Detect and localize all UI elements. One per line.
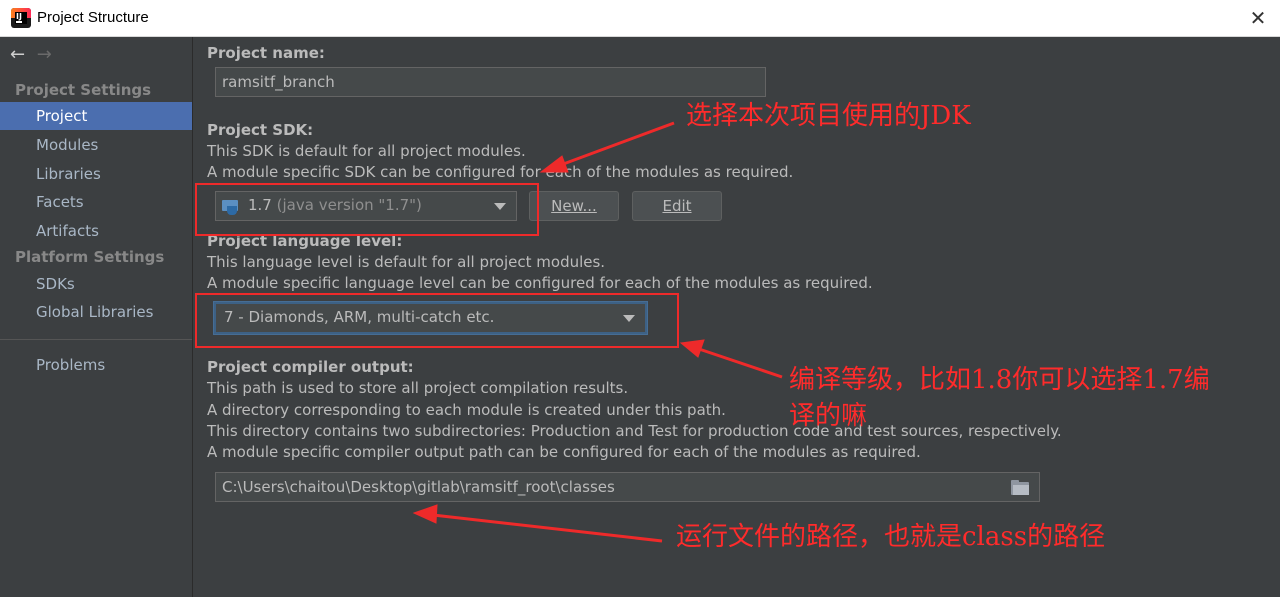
sidebar-item-global-libraries[interactable]: Global Libraries <box>0 298 192 326</box>
project-name-input[interactable]: ramsitf_branch <box>215 67 766 97</box>
compiler-output-path: C:\Users\chaitou\Desktop\gitlab\ramsitf_… <box>222 478 615 496</box>
sidebar-item-libraries[interactable]: Libraries <box>0 160 192 188</box>
forward-arrow-icon[interactable]: → <box>37 44 59 65</box>
edit-sdk-button[interactable]: Edit <box>632 191 722 221</box>
project-settings-header: Project Settings <box>15 81 152 99</box>
back-arrow-icon[interactable]: ← <box>10 44 32 65</box>
intellij-app-icon: IJ <box>11 8 31 28</box>
compiler-output-desc3: This directory contains two subdirectori… <box>207 422 1062 440</box>
compiler-output-desc1: This path is used to store all project c… <box>207 379 629 397</box>
compiler-output-desc2: A directory corresponding to each module… <box>207 401 726 419</box>
annotation-output-path: 运行文件的路径，也就是class的路径 <box>676 522 1106 552</box>
language-level-desc2: A module specific language level can be … <box>207 274 873 292</box>
browse-folder-icon[interactable] <box>1011 480 1031 496</box>
sidebar-item-sdks[interactable]: SDKs <box>0 270 192 298</box>
language-level-desc1: This language level is default for all p… <box>207 253 606 271</box>
project-sdk-desc1: This SDK is default for all project modu… <box>207 142 526 160</box>
sidebar-item-artifacts[interactable]: Artifacts <box>0 217 192 245</box>
title-bar: IJ Project Structure ✕ <box>0 0 1280 37</box>
project-sdk-desc2: A module specific SDK can be configured … <box>207 163 794 181</box>
new-sdk-button[interactable]: New... <box>529 191 619 221</box>
annotation-language-level-line2: 译的嘛 <box>789 401 868 431</box>
sidebar-item-project[interactable]: Project <box>0 102 192 130</box>
nav-arrows: ← → <box>10 44 59 66</box>
compiler-output-desc4: A module specific compiler output path c… <box>207 443 921 461</box>
compiler-output-label: Project compiler output: <box>207 358 414 376</box>
sidebar-item-facets[interactable]: Facets <box>0 188 192 216</box>
platform-settings-header: Platform Settings <box>15 248 165 266</box>
project-name-label: Project name: <box>207 44 325 62</box>
new-sdk-button-label: New... <box>551 197 597 215</box>
edit-sdk-button-label: Edit <box>662 197 692 215</box>
sidebar-item-problems[interactable]: Problems <box>0 351 192 379</box>
close-button[interactable]: ✕ <box>1246 6 1270 30</box>
compiler-output-path-input[interactable]: C:\Users\chaitou\Desktop\gitlab\ramsitf_… <box>215 472 1040 502</box>
sdk-highlight-box <box>195 183 539 236</box>
sidebar-item-modules[interactable]: Modules <box>0 131 192 159</box>
window-title: Project Structure <box>37 9 149 26</box>
sidebar-divider <box>0 339 192 340</box>
annotation-sdk: 选择本次项目使用的JDK <box>686 101 971 131</box>
project-sdk-label: Project SDK: <box>207 121 314 139</box>
language-level-highlight-box <box>195 293 679 348</box>
annotation-language-level-line1: 编译等级，比如1.8你可以选择1.7编 <box>789 365 1210 395</box>
sidebar: ← → Project Settings Project Modules Lib… <box>0 37 193 597</box>
